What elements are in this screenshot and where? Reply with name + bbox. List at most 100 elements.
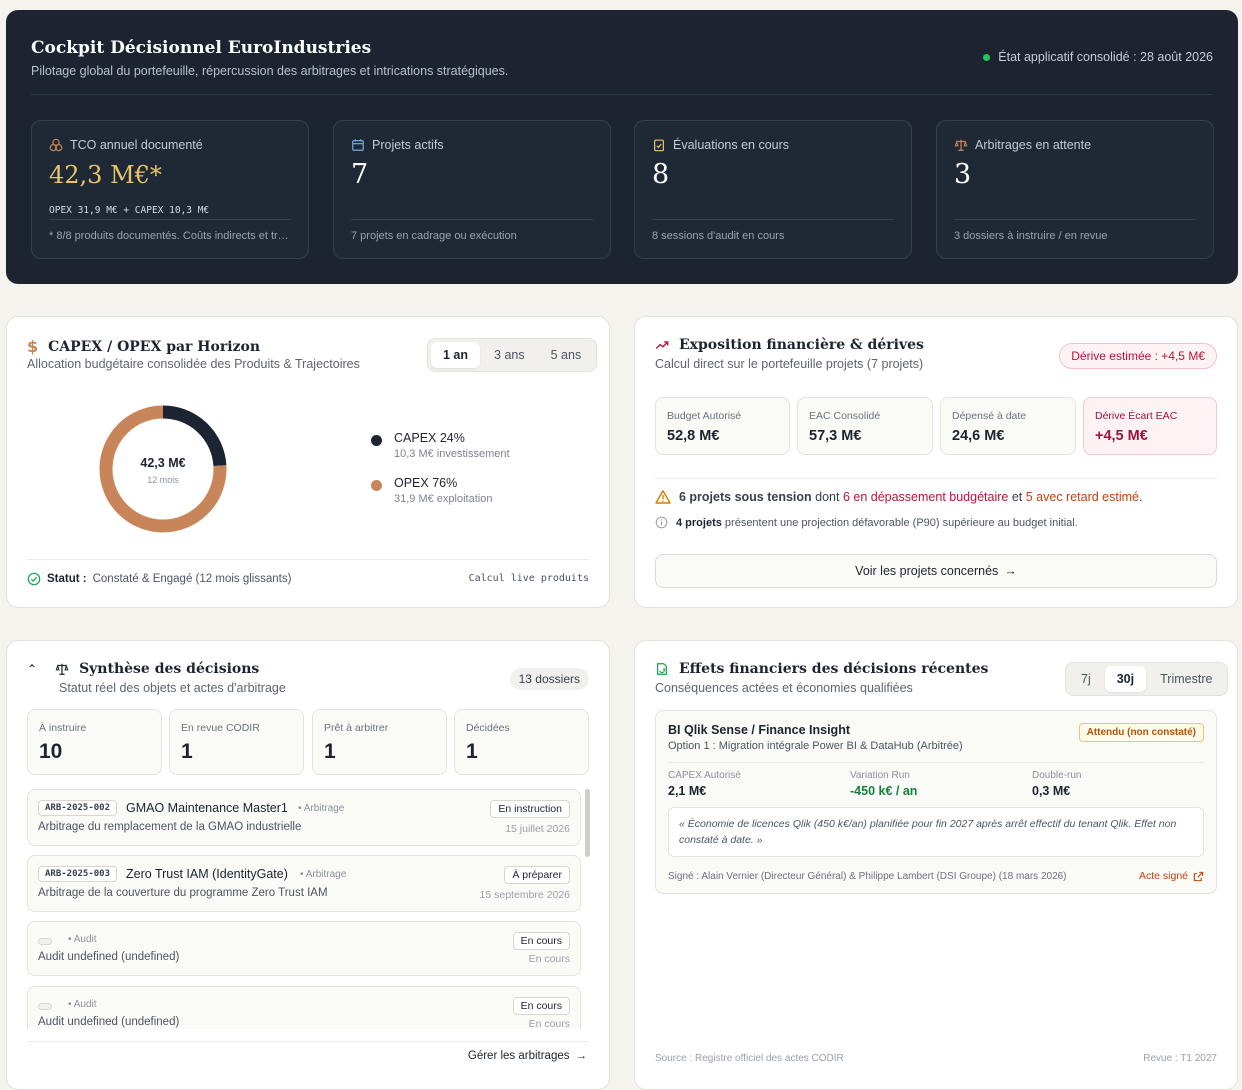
- info-icon: [655, 516, 668, 529]
- file-refresh-icon: [657, 663, 667, 675]
- decision-list[interactable]: ARB-2025-002 GMAO Maintenance Master1 • …: [7, 787, 609, 1029]
- capex-opex-card: $ CAPEX / OPEX par Horizon Allocation bu…: [6, 316, 610, 608]
- item-status: À préparer: [504, 866, 570, 884]
- list-item[interactable]: • Audit Audit undefined (undefined) En c…: [27, 986, 581, 1029]
- stat-value: 1: [181, 740, 193, 763]
- legend-capex: CAPEX 24% 10,3 M€ investissement: [371, 431, 510, 460]
- item-ref-placeholder: [38, 1003, 52, 1010]
- item-date: 15 juillet 2026: [505, 823, 570, 835]
- metric-value: 2,1 M€: [668, 784, 707, 798]
- metric-drift: Dérive Écart EAC +4,5 M€: [1083, 397, 1217, 455]
- manage-arbitrations-link[interactable]: Gérer les arbitrages →: [468, 1050, 587, 1062]
- tab-7j[interactable]: 7j: [1069, 666, 1103, 692]
- status-label: Statut :: [47, 573, 87, 585]
- link-label: Acte signé: [1138, 870, 1188, 882]
- legend-name: CAPEX 24%: [394, 431, 465, 445]
- kpi-card-tco[interactable]: TCO annuel documenté 42,3 M€* OPEX 31,9 …: [31, 120, 309, 259]
- stat-value: 10: [39, 740, 63, 763]
- metric-spent: Dépensé à date 24,6 M€: [940, 397, 1076, 455]
- review-note: Revue : T1 2027: [1143, 1053, 1217, 1064]
- page-subtitle: Pilotage global du portefeuille, répercu…: [31, 64, 509, 78]
- item-status: En instruction: [490, 800, 570, 818]
- tab-trimestre[interactable]: Trimestre: [1148, 666, 1224, 692]
- decision-effect-item[interactable]: BI Qlik Sense / Finance Insight Option 1…: [655, 710, 1217, 894]
- dollar-icon: $: [27, 337, 39, 356]
- metric-label: CAPEX Autorisé: [668, 770, 741, 781]
- item-desc: Arbitrage du remplacement de la GMAO ind…: [38, 821, 302, 833]
- legend-swatch: [371, 480, 382, 491]
- item-name: Zero Trust IAM (IdentityGate): [126, 867, 288, 881]
- metric-label: Double-run: [1032, 770, 1082, 781]
- tab-3-ans[interactable]: 3 ans: [482, 342, 537, 368]
- card-title: Exposition financière & dérives: [679, 337, 924, 353]
- item-ref-placeholder: [38, 938, 52, 945]
- metric-value: 52,8 M€: [667, 428, 720, 444]
- list-item[interactable]: ARB-2025-003 Zero Trust IAM (IdentityGat…: [27, 855, 581, 912]
- metric-label: Dérive Écart EAC: [1095, 410, 1178, 422]
- view-projects-button[interactable]: Voir les projets concernés →: [655, 554, 1217, 588]
- legend-swatch: [371, 435, 382, 446]
- stat-en-revue[interactable]: En revue CODIR 1: [169, 709, 304, 775]
- horizon-tabs: 1 an 3 ans 5 ans: [427, 338, 598, 372]
- header-divider: [31, 94, 1213, 95]
- drift-badge: Dérive estimée : +4,5 M€: [1059, 343, 1217, 369]
- metric-label: EAC Consolidé: [809, 410, 881, 422]
- item-status: En cours: [512, 932, 570, 950]
- kpi-label: TCO annuel documenté: [70, 138, 203, 152]
- stat-a-instruire[interactable]: À instruire 10: [27, 709, 162, 775]
- card-subtitle: Conséquences actées et économies qualifi…: [655, 681, 913, 695]
- stat-pret[interactable]: Prêt à arbitrer 1: [312, 709, 447, 775]
- metric-value: 57,3 M€: [809, 428, 862, 444]
- alert-overrun: 6 en dépassement budgétaire: [842, 490, 1009, 504]
- calc-label: Calcul live produits: [468, 573, 589, 584]
- tab-5-ans[interactable]: 5 ans: [539, 342, 594, 368]
- collapse-chevron-icon[interactable]: ⌃: [27, 662, 37, 676]
- dossier-count-badge: 13 dossiers: [509, 668, 589, 690]
- period-tabs: 7j 30j Trimestre: [1065, 662, 1229, 696]
- kpi-value: 8: [652, 159, 670, 190]
- scrollbar-thumb[interactable]: [585, 789, 590, 857]
- kpi-card-arbitrations[interactable]: Arbitrages en attente 3 3 dossiers à ins…: [936, 120, 1214, 259]
- metric-label: Dépensé à date: [952, 410, 1027, 422]
- stat-label: En revue CODIR: [181, 722, 260, 734]
- tab-1-an[interactable]: 1 an: [431, 342, 481, 368]
- signed-act-link[interactable]: Acte signé: [1139, 870, 1204, 882]
- kpi-card-evaluations[interactable]: Évaluations en cours 8 8 sessions d'audi…: [634, 120, 912, 259]
- scale-icon: [55, 663, 69, 675]
- effect-title: BI Qlik Sense / Finance Insight: [668, 723, 850, 737]
- card-title: CAPEX / OPEX par Horizon: [48, 338, 261, 355]
- status-dot-icon: [983, 53, 991, 61]
- stat-decidees[interactable]: Décidées 1: [454, 709, 589, 775]
- status-text: Constaté & Engagé (12 mois glissants): [92, 573, 292, 585]
- kpi-card-projects[interactable]: Projets actifs 7 7 projets en cadrage ou…: [333, 120, 611, 259]
- alert-text: dont: [811, 490, 843, 504]
- info-strong: 4 projets: [676, 516, 722, 529]
- status-line: Statut : Constaté & Engagé (12 mois glis…: [27, 572, 291, 586]
- item-kind: • Arbitrage: [300, 869, 347, 880]
- stat-value: 1: [324, 740, 336, 763]
- trending-up-icon: [655, 341, 669, 349]
- external-link-icon: [1193, 871, 1204, 881]
- list-item[interactable]: • Audit Audit undefined (undefined) En c…: [27, 921, 581, 976]
- tension-alert: 6 projets sous tension dont 6 en dépasse…: [655, 489, 1142, 505]
- link-label: Gérer les arbitrages: [467, 1050, 570, 1062]
- app-state: État applicatif consolidé : 28 août 2026: [983, 50, 1213, 64]
- legend-name: OPEX 76%: [394, 476, 458, 490]
- tab-30j[interactable]: 30j: [1104, 666, 1147, 692]
- kpi-label: Arbitrages en attente: [975, 138, 1092, 152]
- legend-detail: 31,9 M€ exploitation: [394, 493, 493, 505]
- alert-delay: 5 avec retard estimé: [1025, 490, 1139, 504]
- metric-label: Variation Run: [850, 770, 910, 781]
- kpi-value: 42,3 M€*: [49, 161, 162, 189]
- effect-signatories: Signé : Alain Vernier (Directeur Général…: [668, 871, 1067, 882]
- legend-opex: OPEX 76% 31,9 M€ exploitation: [371, 476, 492, 505]
- item-ref: ARB-2025-002: [38, 800, 118, 816]
- kpi-value: 3: [954, 159, 972, 190]
- kpi-label: Évaluations en cours: [673, 138, 790, 152]
- metric-value: 24,6 M€: [952, 428, 1005, 444]
- kpi-value: 7: [351, 159, 369, 190]
- legend-detail: 10,3 M€ investissement: [394, 448, 510, 460]
- kpi-detail: OPEX 31,9 M€ + CAPEX 10,3 M€: [49, 205, 210, 216]
- list-item[interactable]: ARB-2025-002 GMAO Maintenance Master1 • …: [27, 789, 581, 846]
- donut-center-sub: 12 mois: [147, 475, 179, 485]
